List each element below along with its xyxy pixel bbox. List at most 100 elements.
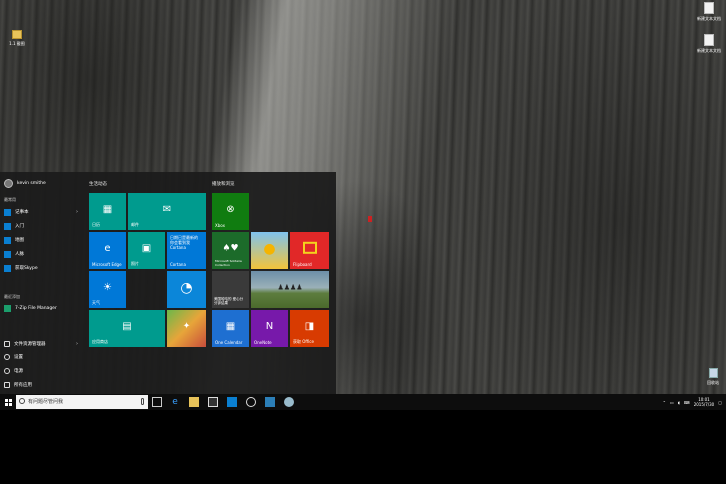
user-name: kevin smithe bbox=[17, 181, 46, 186]
desktop-text-file-1[interactable]: 新建文本文档 bbox=[694, 2, 724, 22]
people-icon bbox=[4, 250, 11, 258]
mail-icon: ✉ bbox=[162, 203, 172, 215]
office-icon: ◨ bbox=[304, 320, 315, 332]
recently-added-heading: 最近添加 bbox=[4, 294, 20, 299]
edge-icon[interactable]: e bbox=[170, 397, 180, 407]
app-item-7zip[interactable]: 7-Zip File Manager bbox=[4, 303, 82, 313]
taskbar: 有问题尽管问我 e ⌃ ▭ ◖ ⌨ 10:01 2015/7/30 ▢ bbox=[0, 394, 726, 410]
cortana-tile-text: 日期已是最新的 你会看到我 Cortana bbox=[170, 235, 198, 250]
chevron-right-icon[interactable]: › bbox=[76, 341, 78, 347]
photos-icon[interactable] bbox=[265, 397, 275, 407]
microphone-icon[interactable] bbox=[141, 398, 144, 405]
volume-icon[interactable]: ◖ bbox=[678, 400, 680, 405]
tile-solitaire[interactable]: ♠♥ Microsoft Solitaire Collection bbox=[212, 232, 249, 269]
people-photo-icon: ♟♟♟♟ bbox=[277, 283, 303, 292]
tile-photo-live[interactable]: ♟♟♟♟ bbox=[251, 271, 329, 308]
edge-icon: e bbox=[104, 242, 111, 254]
tile-news[interactable]: 美国哈哈的 爱心分 分钟结果 bbox=[212, 271, 249, 308]
tile-game-promo[interactable]: ✦ bbox=[167, 310, 206, 347]
tile-calendar[interactable]: ▦ 日历 bbox=[89, 193, 126, 230]
skype-icon bbox=[4, 264, 11, 272]
notepad-icon bbox=[4, 208, 11, 216]
power-button[interactable]: 电源 bbox=[4, 366, 82, 376]
store-icon[interactable] bbox=[208, 397, 218, 407]
app-item-get-started[interactable]: 入门 bbox=[4, 221, 82, 231]
all-apps-button[interactable]: 所有应用 bbox=[4, 380, 82, 390]
news-tile-text: 美国哈哈的 爱心分 分钟结果 bbox=[214, 297, 244, 305]
mail-icon[interactable] bbox=[227, 397, 237, 407]
flipboard-icon bbox=[302, 241, 317, 254]
app-item-file-explorer[interactable]: 文件资源管理器 › bbox=[4, 339, 82, 349]
settings-button[interactable]: 设置 bbox=[4, 352, 82, 362]
app-item-notepad[interactable]: 记事本 › bbox=[4, 207, 82, 217]
grid-calendar-icon: ▦ bbox=[225, 320, 236, 332]
tile-xbox[interactable]: ⊗ Xbox bbox=[212, 193, 249, 230]
tile-one-calendar[interactable]: ▦ One Calendar bbox=[212, 310, 249, 347]
app-item-label: 设置 bbox=[14, 355, 23, 360]
app-item-label: 电源 bbox=[14, 369, 23, 374]
tips-icon bbox=[4, 222, 11, 230]
tile-weather[interactable]: ☀ 天气 bbox=[89, 271, 126, 308]
system-tray: ⌃ ▭ ◖ ⌨ 10:01 2015/7/30 ▢ bbox=[663, 395, 722, 409]
tile-puzzle-game[interactable]: ● bbox=[251, 232, 288, 269]
tile-photos[interactable]: ▣ 照片 bbox=[128, 232, 165, 269]
desktop-folder-screenshot[interactable]: 1.1 截图 bbox=[2, 30, 32, 47]
file-explorer-icon[interactable] bbox=[189, 397, 199, 407]
chevron-up-icon[interactable]: ⌃ bbox=[663, 400, 666, 405]
app-item-label: 记事本 bbox=[15, 210, 29, 215]
app-item-label: 人脉 bbox=[15, 252, 24, 257]
file-explorer-icon bbox=[4, 341, 10, 347]
folder-icon bbox=[12, 30, 22, 39]
qq-penguin-icon: ◔ bbox=[180, 279, 193, 296]
chevron-right-icon[interactable]: › bbox=[76, 209, 78, 215]
task-view-icon[interactable] bbox=[152, 397, 162, 407]
desktop-icon-label: 回收站 bbox=[707, 380, 719, 385]
tile-flipboard[interactable]: Flipboard bbox=[290, 232, 329, 269]
avatar bbox=[4, 179, 13, 188]
notifications-icon[interactable]: ▢ bbox=[718, 400, 722, 405]
clock-date: 2015/7/30 bbox=[693, 402, 715, 407]
windows-logo-icon bbox=[4, 398, 12, 406]
desktop-recycle-bin[interactable]: 回收站 bbox=[698, 368, 726, 386]
photos-icon: ▣ bbox=[141, 242, 152, 254]
app-item-label: 获取Skype bbox=[15, 266, 38, 271]
taskbar-clock[interactable]: 10:01 2015/7/30 bbox=[694, 397, 715, 407]
app-item-label: 文件资源管理器 bbox=[14, 342, 46, 347]
chick-icon: ● bbox=[263, 240, 276, 257]
tile-cortana[interactable]: 日期已是最新的 你会看到我 Cortana Cortana bbox=[167, 232, 206, 269]
paint-icon[interactable] bbox=[284, 397, 294, 407]
tile-mail[interactable]: ✉ 邮件 bbox=[128, 193, 206, 230]
app-item-label: 7-Zip File Manager bbox=[15, 305, 57, 311]
app-item-label: 入门 bbox=[15, 224, 24, 229]
media-player-icon[interactable] bbox=[246, 397, 256, 407]
desktop-icon-label: 1.1 截图 bbox=[9, 41, 25, 46]
xbox-icon: ⊗ bbox=[226, 203, 235, 215]
app-item-get-skype[interactable]: 获取Skype bbox=[4, 263, 82, 273]
app-item-people[interactable]: 人脉 bbox=[4, 249, 82, 259]
app-item-label: 地图 bbox=[15, 238, 24, 243]
7zip-icon bbox=[4, 304, 11, 312]
cortana-search-box[interactable]: 有问题尽管问我 bbox=[16, 395, 148, 409]
start-button[interactable] bbox=[0, 394, 16, 410]
gear-icon bbox=[4, 354, 10, 360]
tile-get-office[interactable]: ◨ 获取 Office bbox=[290, 310, 329, 347]
document-icon bbox=[704, 34, 714, 46]
calendar-icon: ▦ bbox=[102, 203, 113, 215]
recycle-bin-icon bbox=[708, 368, 718, 378]
playing-cards-icon: ♠♥ bbox=[222, 243, 239, 254]
desktop-text-file-2[interactable]: 新建文本文档 bbox=[694, 34, 724, 54]
tile-onenote[interactable]: N OneNote bbox=[251, 310, 288, 347]
search-placeholder: 有问题尽管问我 bbox=[28, 399, 64, 405]
store-icon: ▤ bbox=[122, 320, 132, 332]
tile-edge[interactable]: e Microsoft Edge bbox=[89, 232, 126, 269]
app-item-maps[interactable]: 地图 bbox=[4, 235, 82, 245]
keyboard-icon[interactable]: ⌨ bbox=[684, 400, 690, 405]
tile-store[interactable]: ▤ 应用商店 bbox=[89, 310, 165, 347]
app-item-label: 所有应用 bbox=[14, 383, 32, 388]
maps-icon bbox=[4, 236, 11, 244]
tile-qq[interactable]: ◔ bbox=[167, 271, 206, 308]
search-icon bbox=[19, 398, 25, 404]
start-menu: kevin smithe 最常用 记事本 › 入门 地图 人脉 获取Skype … bbox=[0, 172, 336, 394]
user-account-button[interactable]: kevin smithe bbox=[4, 179, 46, 188]
network-icon[interactable]: ▭ bbox=[670, 400, 674, 405]
